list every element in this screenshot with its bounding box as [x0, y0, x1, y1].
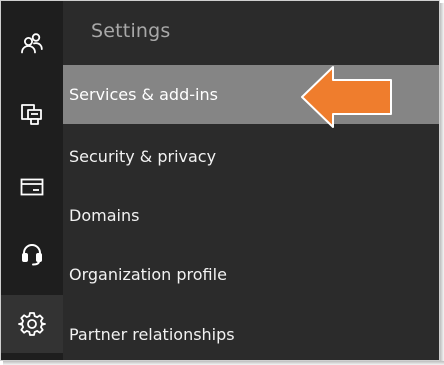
- rail-billing-button[interactable]: [1, 158, 63, 216]
- nav-item-label: Domains: [69, 206, 140, 225]
- icon-rail: [1, 1, 63, 360]
- users-icon: [21, 33, 43, 54]
- nav-item-label: Security & privacy: [69, 147, 217, 166]
- billing-icon: [20, 178, 44, 196]
- nav-item-label: Services & add-ins: [69, 85, 218, 104]
- nav-item-label: Partner relationships: [69, 325, 235, 344]
- frame-shadow: [3, 361, 444, 365]
- rail-devices-button[interactable]: [1, 86, 63, 144]
- callout-arrow-icon: [301, 66, 392, 128]
- nav-item-label: Organization profile: [69, 265, 227, 284]
- nav-item-security-privacy[interactable]: Security & privacy: [63, 127, 439, 186]
- devices-icon: [21, 104, 42, 125]
- rail-settings-button[interactable]: [1, 295, 63, 353]
- frame-shadow: [440, 3, 444, 365]
- panel-title: Settings: [91, 20, 171, 42]
- nav-item-partner-relationships[interactable]: Partner relationships: [63, 305, 439, 360]
- support-icon: [22, 244, 42, 266]
- admin-navigation-window: Settings Services & add-ins Security & p…: [0, 0, 440, 361]
- rail-users-button[interactable]: [1, 16, 63, 74]
- settings-icon: [18, 312, 46, 336]
- rail-support-button[interactable]: [1, 225, 63, 283]
- nav-item-organization-profile[interactable]: Organization profile: [63, 245, 439, 304]
- nav-item-domains[interactable]: Domains: [63, 186, 439, 245]
- settings-panel: Settings Services & add-ins Security & p…: [63, 1, 439, 360]
